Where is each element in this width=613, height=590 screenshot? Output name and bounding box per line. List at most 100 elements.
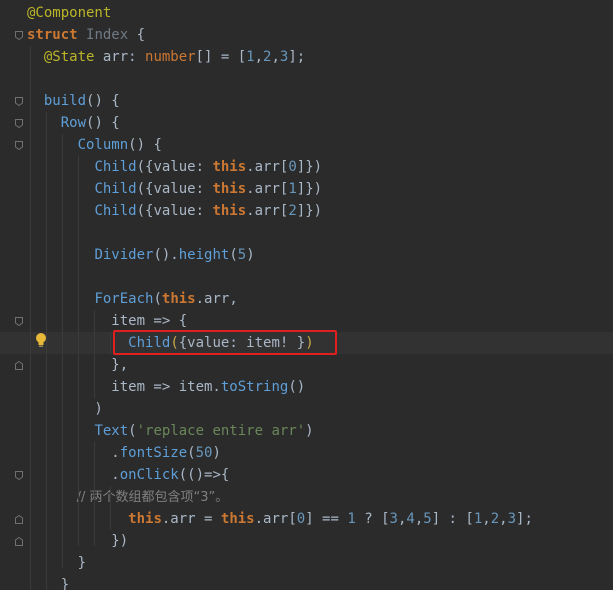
code-line[interactable]: Column() { xyxy=(0,134,613,156)
code-line[interactable] xyxy=(0,68,613,90)
code-token: toString xyxy=(220,379,289,395)
code-line[interactable]: build() { xyxy=(0,90,613,112)
code-line[interactable]: }, xyxy=(0,354,613,376)
code-line-text: } xyxy=(27,574,69,590)
fold-marker-icon[interactable] xyxy=(15,317,23,326)
code-token: ]; xyxy=(288,49,306,65)
code-token: () { xyxy=(128,137,162,153)
indent-guide xyxy=(94,442,95,546)
code-token: Divider xyxy=(94,247,154,263)
code-token: 2 xyxy=(288,203,297,219)
code-line[interactable]: }) xyxy=(0,530,613,552)
code-line-text: // 两个数组都包含项“3”。 xyxy=(27,486,229,508)
fold-marker-icon[interactable] xyxy=(15,515,23,524)
code-token: [] = [ xyxy=(195,49,247,65)
code-line-text: .onClick(()=>{ xyxy=(27,464,229,486)
highlight-box xyxy=(113,330,337,355)
code-line[interactable]: } xyxy=(0,552,613,574)
fold-marker-icon[interactable] xyxy=(15,119,23,128)
code-line[interactable]: @Component xyxy=(0,2,613,24)
code-line[interactable]: Text('replace entire arr') xyxy=(0,420,613,442)
code-token: 50 xyxy=(195,445,213,461)
code-line-text: .fontSize(50) xyxy=(27,442,221,464)
code-token: Child xyxy=(94,181,137,197)
code-line[interactable] xyxy=(0,222,613,244)
indent-guide xyxy=(30,46,31,590)
code-line[interactable]: ForEach(this.arr, xyxy=(0,288,613,310)
code-token: , xyxy=(254,49,264,65)
code-line[interactable]: .fontSize(50) xyxy=(0,442,613,464)
code-token: arr xyxy=(94,49,129,65)
code-line[interactable]: struct Index { xyxy=(0,24,613,46)
code-line[interactable]: Child({value: this.arr[2]}) xyxy=(0,200,613,222)
code-line[interactable]: item => item.toString() xyxy=(0,376,613,398)
code-token: () xyxy=(288,379,306,395)
code-line-text: Row() { xyxy=(27,112,120,134)
code-line[interactable]: Child({value: this.arr[1]}) xyxy=(0,178,613,200)
code-line[interactable] xyxy=(0,266,613,288)
code-token: ]}) xyxy=(296,159,323,175)
code-line-text: Child({value: this.arr[2]}) xyxy=(27,200,322,222)
code-token: , xyxy=(499,511,508,527)
code-token: . xyxy=(27,445,120,461)
code-line-text: Child({value: this.arr[0]}) xyxy=(27,156,322,178)
code-token: this xyxy=(212,203,247,219)
indent-guide xyxy=(110,486,111,530)
code-token: ( xyxy=(128,423,137,439)
code-token: () { xyxy=(86,93,120,109)
code-line-text: this.arr = this.arr[0] == 1 ? [3,4,5] : … xyxy=(27,508,533,530)
code-editor[interactable]: @Component struct Index { @State arr: num… xyxy=(0,0,613,590)
indent-guide xyxy=(46,112,47,590)
indent-guide xyxy=(110,332,111,354)
code-token: 0 xyxy=(296,511,306,527)
code-line[interactable]: item => { xyxy=(0,310,613,332)
code-line-text: item => { xyxy=(27,310,187,332)
code-token: 'replace entire arr' xyxy=(136,423,306,439)
code-line[interactable]: .onClick(()=>{ xyxy=(0,464,613,486)
code-token: 0 xyxy=(288,159,297,175)
code-line-text: Column() { xyxy=(27,134,162,156)
code-line[interactable]: } xyxy=(0,574,613,590)
code-token: ( xyxy=(153,291,162,307)
fold-marker-icon[interactable] xyxy=(15,141,23,150)
fold-marker-icon[interactable] xyxy=(15,537,23,546)
code-token: (). xyxy=(153,247,179,263)
fold-marker-icon[interactable] xyxy=(15,471,23,480)
code-token: this xyxy=(128,511,162,527)
code-token: { xyxy=(128,27,146,43)
code-token: build xyxy=(43,93,87,109)
code-line[interactable]: // 两个数组都包含项“3”。 xyxy=(0,486,613,508)
code-line[interactable]: Divider().height(5) xyxy=(0,244,613,266)
code-token: ? [ xyxy=(355,511,390,527)
code-token: this xyxy=(212,159,247,175)
code-token: .arr[ xyxy=(246,203,289,219)
code-token: Column xyxy=(77,137,129,153)
code-line-text: @State arr: number[] = [1,2,3]; xyxy=(27,46,305,68)
code-line[interactable]: Row() { xyxy=(0,112,613,134)
code-token: 2 xyxy=(490,511,500,527)
code-token: 5 xyxy=(423,511,432,527)
code-token: , xyxy=(414,511,424,527)
lightbulb-icon[interactable] xyxy=(34,332,48,348)
code-token: ForEach xyxy=(94,291,154,307)
fold-marker-icon[interactable] xyxy=(15,31,23,40)
code-line[interactable]: @State arr: number[] = [1,2,3]; xyxy=(0,46,613,68)
code-token: } xyxy=(27,555,87,571)
code-line[interactable]: ) xyxy=(0,398,613,420)
code-line-text: Child({value: this.arr[1]}) xyxy=(27,178,322,200)
code-line[interactable]: this.arr = this.arr[0] == 1 ? [3,4,5] : … xyxy=(0,508,613,530)
code-token: ]}) xyxy=(296,203,323,219)
code-token: this xyxy=(220,511,255,527)
fold-marker-icon[interactable] xyxy=(15,97,23,106)
indent-guide xyxy=(78,156,79,546)
code-token: // 两个数组都包含项“3”。 xyxy=(27,490,229,505)
code-token: 3 xyxy=(389,511,398,527)
code-line-text: Text('replace entire arr') xyxy=(27,420,313,442)
fold-marker-icon[interactable] xyxy=(15,361,23,370)
code-line[interactable]: Child({value: this.arr[0]}) xyxy=(0,156,613,178)
